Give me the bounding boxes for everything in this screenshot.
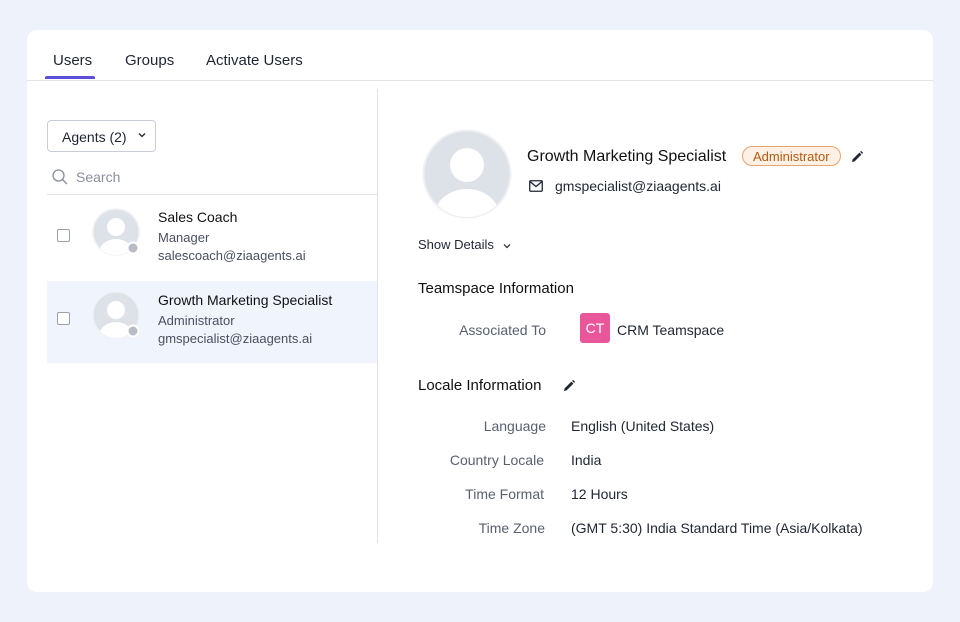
tab-groups[interactable]: Groups — [125, 52, 174, 69]
show-details-toggle[interactable]: Show Details — [418, 237, 512, 252]
mail-icon — [529, 180, 543, 192]
search-box — [47, 164, 377, 195]
user-role: Administrator — [158, 313, 235, 328]
panel-divider — [377, 89, 378, 543]
user-checkbox[interactable] — [57, 312, 70, 325]
chevron-down-icon — [138, 133, 146, 138]
user-avatar-icon — [92, 208, 140, 256]
user-list-item[interactable]: Sales Coach Manager salescoach@ziaagents… — [47, 198, 377, 280]
tab-users[interactable]: Users — [53, 52, 92, 69]
pencil-icon[interactable] — [562, 379, 576, 393]
search-icon — [52, 169, 68, 185]
user-email: salescoach@ziaagents.ai — [158, 248, 306, 263]
active-tab-indicator — [45, 76, 95, 79]
agents-filter-dropdown[interactable]: Agents (2) — [47, 120, 156, 152]
search-input[interactable] — [76, 166, 356, 188]
filter-label: Agents (2) — [62, 129, 127, 145]
profile-avatar-icon — [422, 129, 512, 219]
user-email: gmspecialist@ziaagents.ai — [158, 331, 313, 346]
user-checkbox[interactable] — [57, 229, 70, 242]
user-name: Sales Coach — [158, 209, 238, 225]
country-locale-label: Country Locale — [449, 452, 544, 468]
user-role: Manager — [158, 230, 210, 245]
profile-email: gmspecialist@ziaagents.ai — [555, 178, 721, 194]
user-name: Growth Marketing Specialist — [158, 292, 333, 308]
time-zone-label: Time Zone — [478, 520, 545, 536]
role-badge: Administrator — [742, 146, 841, 166]
user-management-card: Users Groups Activate Users Agents (2) S… — [27, 30, 933, 592]
teamspace-section-title: Teamspace Information — [418, 280, 574, 297]
teamspace-initials-badge: CT — [580, 313, 610, 343]
chevron-down-icon — [503, 243, 510, 248]
locale-section-title: Locale Information — [418, 377, 542, 394]
pencil-icon[interactable] — [850, 150, 864, 164]
teamspace-value: CRM Teamspace — [617, 322, 725, 338]
time-format-value: 12 Hours — [571, 486, 628, 502]
user-list-item-selected[interactable]: Growth Marketing Specialist Administrato… — [47, 281, 377, 363]
country-locale-value: India — [571, 452, 602, 468]
profile-name: Growth Marketing Specialist — [527, 148, 727, 165]
associated-to-label: Associated To — [459, 322, 546, 338]
user-avatar-icon — [92, 291, 140, 339]
tab-activate-users[interactable]: Activate Users — [206, 52, 303, 69]
language-label: Language — [483, 418, 546, 434]
time-format-label: Time Format — [465, 486, 544, 502]
language-value: English (United States) — [571, 418, 715, 434]
show-details-label: Show Details — [418, 237, 494, 252]
tab-bar: Users Groups Activate Users — [27, 30, 933, 81]
time-zone-value: (GMT 5:30) India Standard Time (Asia/Kol… — [571, 520, 863, 536]
